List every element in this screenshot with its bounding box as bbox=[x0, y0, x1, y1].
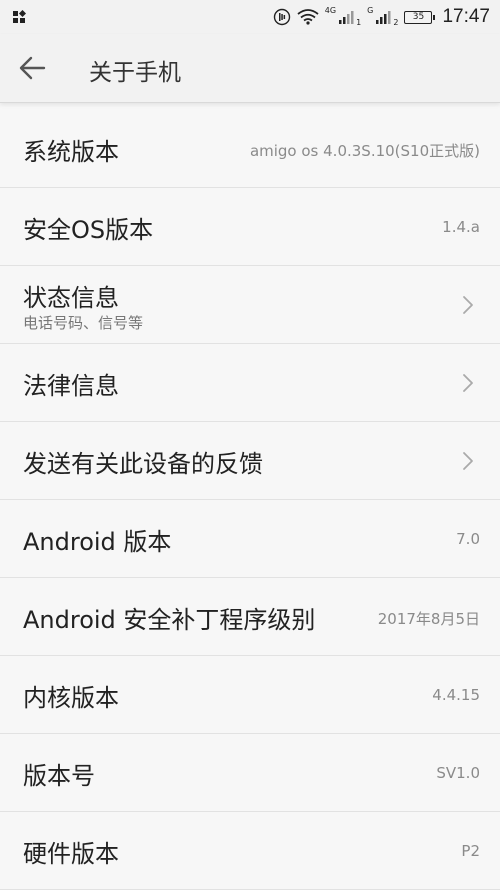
list-item-title: 法律信息 bbox=[23, 372, 119, 400]
list-item-title: 内核版本 bbox=[23, 684, 119, 712]
list-item-security-os-version[interactable]: 安全OS版本 1.4.a bbox=[0, 188, 500, 266]
sim1-label: 1 bbox=[356, 17, 362, 27]
list-item-build-number[interactable]: 版本号 SV1.0 bbox=[0, 734, 500, 812]
back-arrow-icon[interactable] bbox=[14, 52, 50, 84]
chevron-right-icon bbox=[463, 296, 473, 314]
list-item-kernel-version[interactable]: 内核版本 4.4.15 bbox=[0, 656, 500, 734]
about-phone-list: 系统版本 amigo os 4.0.3S.10(S10正式版) 安全OS版本 1… bbox=[0, 110, 500, 890]
network-type-label: 4G bbox=[324, 5, 337, 15]
app-grid-icon bbox=[13, 10, 26, 23]
list-item-legal-info[interactable]: 法律信息 bbox=[0, 344, 500, 422]
list-item-value: 2017年8月5日 bbox=[377, 610, 480, 628]
list-item-hardware-version[interactable]: 硬件版本 P2 bbox=[0, 812, 500, 890]
status-icons: 4G 1 G 2 35 17:47 bbox=[273, 6, 490, 28]
list-item-value: 7.0 bbox=[456, 530, 480, 548]
chevron-right-icon bbox=[463, 452, 473, 470]
signal-sim2-icon bbox=[376, 11, 391, 24]
list-item-send-feedback[interactable]: 发送有关此设备的反馈 bbox=[0, 422, 500, 500]
list-item-system-version[interactable]: 系统版本 amigo os 4.0.3S.10(S10正式版) bbox=[0, 110, 500, 188]
status-bar: 4G 1 G 2 35 17:47 bbox=[0, 0, 500, 34]
list-item-value: SV1.0 bbox=[436, 764, 480, 782]
list-item-title: Android 安全补丁程序级别 bbox=[23, 606, 316, 634]
chevron-right-icon bbox=[463, 374, 473, 392]
volte-icon bbox=[273, 8, 290, 26]
list-item-title: 版本号 bbox=[23, 762, 95, 790]
list-item-subtitle: 电话号码、信号等 bbox=[23, 314, 144, 332]
sim2-label: 2 bbox=[393, 17, 399, 27]
list-item-title: 系统版本 bbox=[23, 138, 119, 166]
list-item-value: P2 bbox=[461, 842, 480, 860]
clock: 17:47 bbox=[442, 6, 490, 27]
list-item-title: 发送有关此设备的反馈 bbox=[23, 450, 263, 478]
list-item-security-patch-level[interactable]: Android 安全补丁程序级别 2017年8月5日 bbox=[0, 578, 500, 656]
list-item-title: Android 版本 bbox=[23, 528, 172, 556]
list-item-status-info[interactable]: 状态信息 电话号码、信号等 bbox=[0, 266, 500, 344]
battery-icon: 35 bbox=[404, 10, 436, 24]
wifi-icon bbox=[297, 9, 319, 25]
list-item-android-version[interactable]: Android 版本 7.0 bbox=[0, 500, 500, 578]
battery-level: 35 bbox=[412, 11, 425, 22]
list-item-value: 1.4.a bbox=[442, 218, 480, 236]
signal-sim1-icon bbox=[339, 11, 354, 24]
list-item-value: 4.4.15 bbox=[432, 686, 480, 704]
list-item-title: 硬件版本 bbox=[23, 840, 119, 868]
app-bar: 关于手机 bbox=[0, 34, 500, 103]
page-title: 关于手机 bbox=[89, 60, 181, 86]
list-item-title: 状态信息 bbox=[23, 284, 119, 312]
network-type-label-2: G bbox=[367, 5, 374, 15]
list-item-title: 安全OS版本 bbox=[23, 216, 154, 244]
list-item-value: amigo os 4.0.3S.10(S10正式版) bbox=[249, 142, 480, 160]
